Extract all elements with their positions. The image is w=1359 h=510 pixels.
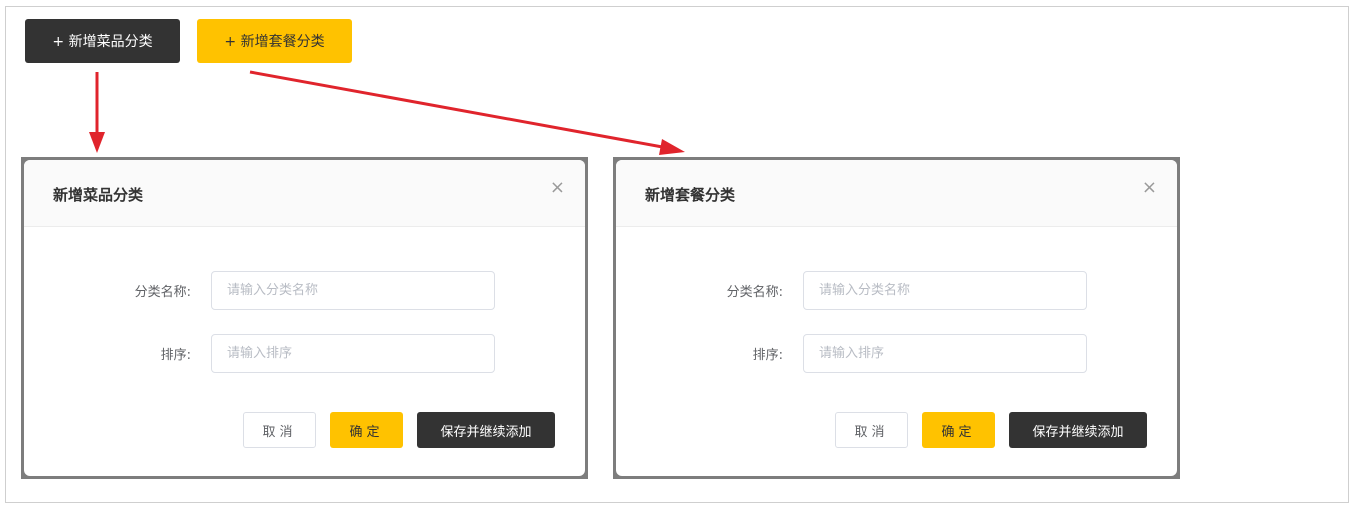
confirm-button[interactable]: 确定 (330, 412, 403, 448)
close-icon[interactable]: × (550, 179, 565, 197)
cancel-button[interactable]: 取消 (835, 412, 908, 448)
category-name-input[interactable] (803, 271, 1087, 310)
add-set-category-dialog-frame: 新增套餐分类 × 分类名称: 排序: 取消 确定 保存并继续添加 (613, 157, 1180, 479)
confirm-button[interactable]: 确定 (922, 412, 995, 448)
category-name-label: 分类名称: (726, 285, 783, 300)
sort-input[interactable] (803, 334, 1087, 373)
add-dish-category-dialog-frame: 新增菜品分类 × 分类名称: 排序: 取消 确定 保存并继续添加 (21, 157, 588, 479)
add-dish-category-button[interactable]: + 新增菜品分类 (25, 19, 180, 63)
dialog-header: 新增套餐分类 × (616, 160, 1177, 227)
save-and-continue-button[interactable]: 保存并继续添加 (417, 412, 555, 448)
add-dish-category-dialog: 新增菜品分类 × 分类名称: 排序: 取消 确定 保存并继续添加 (24, 160, 585, 476)
save-and-continue-button[interactable]: 保存并继续添加 (1009, 412, 1147, 448)
cancel-button[interactable]: 取消 (243, 412, 316, 448)
category-name-label: 分类名称: (134, 285, 191, 300)
sort-label: 排序: (160, 348, 191, 363)
dialog-title: 新增菜品分类 (53, 186, 144, 204)
add-set-category-dialog: 新增套餐分类 × 分类名称: 排序: 取消 确定 保存并继续添加 (616, 160, 1177, 476)
add-set-category-button[interactable]: + 新增套餐分类 (197, 19, 352, 63)
dialog-header: 新增菜品分类 × (24, 160, 585, 227)
close-icon[interactable]: × (1142, 179, 1157, 197)
sort-input[interactable] (211, 334, 495, 373)
sort-label: 排序: (752, 348, 783, 363)
dialog-title: 新增套餐分类 (645, 186, 736, 204)
category-name-input[interactable] (211, 271, 495, 310)
